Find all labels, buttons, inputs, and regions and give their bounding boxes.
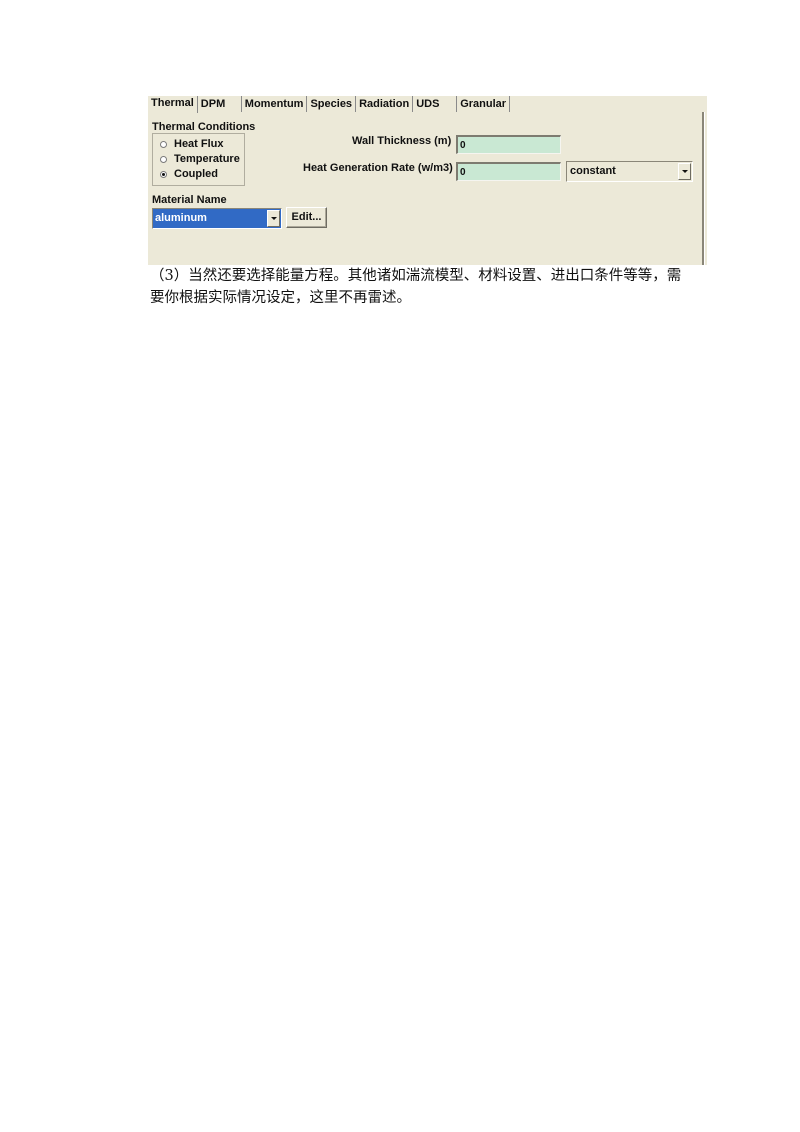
tab-granular[interactable]: Granular bbox=[457, 96, 511, 112]
tab-uds[interactable]: UDS bbox=[413, 96, 458, 112]
select-value: constant bbox=[570, 165, 616, 177]
panel-right-border bbox=[702, 112, 705, 265]
chevron-down-icon[interactable] bbox=[267, 210, 280, 227]
radio-temperature[interactable]: Temperature bbox=[160, 153, 240, 165]
tab-momentum[interactable]: Momentum bbox=[242, 96, 308, 112]
heat-generation-label: Heat Generation Rate (w/m3) bbox=[303, 162, 453, 174]
tab-species[interactable]: Species bbox=[307, 96, 357, 112]
heat-generation-method-select[interactable]: constant bbox=[566, 161, 693, 182]
thermal-conditions-title: Thermal Conditions bbox=[152, 121, 256, 133]
material-name-select[interactable]: aluminum bbox=[152, 208, 282, 229]
select-value: aluminum bbox=[155, 212, 207, 224]
radio-label: Coupled bbox=[174, 168, 218, 180]
tab-dpm[interactable]: DPM bbox=[198, 96, 242, 112]
radio-label: Temperature bbox=[174, 153, 240, 165]
radio-heat-flux[interactable]: Heat Flux bbox=[160, 138, 224, 150]
radio-unchecked-icon bbox=[160, 140, 167, 148]
wall-thickness-input[interactable]: 0 bbox=[456, 135, 561, 154]
tab-radiation[interactable]: Radiation bbox=[356, 96, 414, 112]
radio-checked-icon bbox=[160, 170, 167, 178]
material-name-label: Material Name bbox=[152, 194, 227, 206]
tab-bar: Thermal DPM Momentum Species Radiation U… bbox=[148, 96, 511, 113]
thermal-conditions-group: Heat Flux Temperature Coupled bbox=[152, 133, 245, 186]
body-paragraph: （3）当然还要选择能量方程。其他诸如湍流模型、材料设置、进出口条件等等，需要你根… bbox=[150, 268, 682, 306]
heat-generation-input[interactable]: 0 bbox=[456, 162, 561, 181]
radio-unchecked-icon bbox=[160, 155, 167, 163]
edit-material-button[interactable]: Edit... bbox=[286, 207, 327, 228]
wall-thickness-label: Wall Thickness (m) bbox=[352, 135, 452, 147]
tab-thermal[interactable]: Thermal bbox=[148, 96, 198, 113]
radio-label: Heat Flux bbox=[174, 138, 224, 150]
wall-boundary-panel: Thermal DPM Momentum Species Radiation U… bbox=[148, 96, 707, 265]
chevron-down-icon[interactable] bbox=[678, 163, 691, 180]
radio-coupled[interactable]: Coupled bbox=[160, 168, 218, 180]
